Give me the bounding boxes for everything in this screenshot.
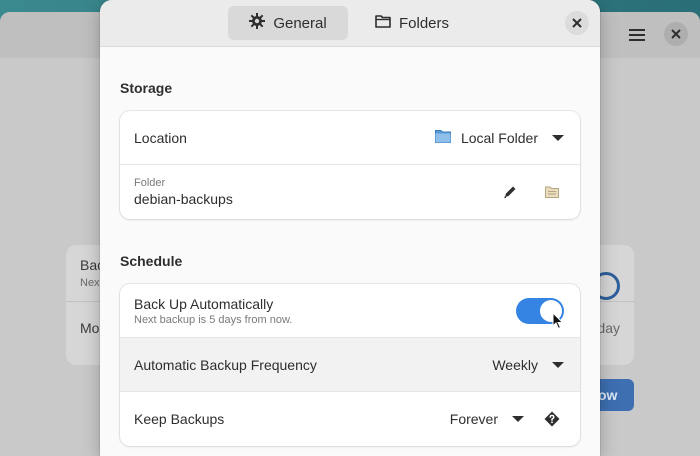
storage-card: Location Local Folder Folder debian-back… [120,111,580,219]
mouse-pointer-icon [552,311,564,335]
tab-folders-label: Folders [398,14,450,32]
storage-section-title: Storage [120,80,173,96]
preferences-dialog: General Folders Storage Location Local F… [100,0,600,456]
parent-close-icon[interactable] [664,22,688,46]
folder-icon [375,14,391,32]
frequency-label: Automatic Backup Frequency [134,356,317,373]
location-label: Location [134,129,187,146]
location-value: Local Folder [460,129,538,146]
browse-folder-icon[interactable] [540,180,564,204]
help-icon[interactable] [540,407,564,431]
local-folder-icon [434,129,451,146]
folder-value: debian-backups [134,191,233,207]
location-dropdown[interactable]: Local Folder [434,111,564,164]
keep-backups-dropdown[interactable]: Forever [450,411,524,427]
location-row[interactable]: Location Local Folder [120,111,580,165]
keep-backups-row[interactable]: Keep Backups Forever [120,392,580,446]
schedule-card: Back Up Automatically Next backup is 5 d… [120,284,580,446]
parent-row2-title: Mo [80,320,100,336]
chevron-down-icon [552,361,564,368]
auto-backup-label: Back Up Automatically [134,295,274,312]
frequency-value: Weekly [492,356,538,373]
gear-icon [249,13,266,33]
frequency-dropdown[interactable]: Weekly [492,338,564,391]
keep-backups-label: Keep Backups [134,411,225,427]
hamburger-menu-icon[interactable] [624,24,650,46]
edit-pencil-icon[interactable] [498,180,522,204]
dialog-header: General Folders [100,0,600,47]
tab-general-label: General [273,14,327,32]
tab-general[interactable]: General [228,6,348,40]
chevron-down-icon [552,134,564,141]
close-icon[interactable] [565,11,589,35]
parent-row2-value: day [597,320,620,336]
folder-row: Folder debian-backups [120,165,580,219]
frequency-row[interactable]: Automatic Backup Frequency Weekly [120,338,580,392]
folder-caption: Folder [134,177,166,189]
keep-backups-value: Forever [449,411,498,427]
chevron-down-icon [512,416,524,422]
tab-folders[interactable]: Folders [366,6,458,40]
auto-backup-subtitle: Next backup is 5 days from now. [134,313,293,326]
parent-row-subtitle: Nex [80,277,100,289]
schedule-section-title: Schedule [120,253,183,269]
auto-backup-row[interactable]: Back Up Automatically Next backup is 5 d… [120,284,580,338]
